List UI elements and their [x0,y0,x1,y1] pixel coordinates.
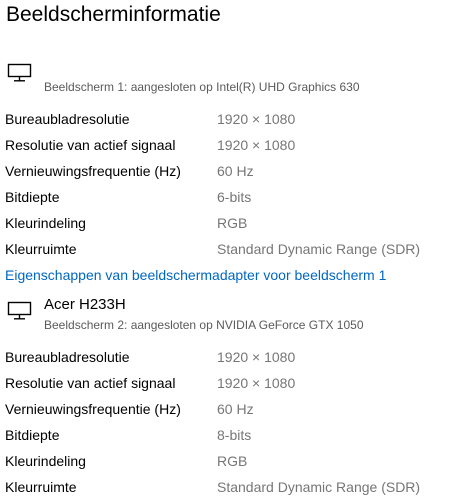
info-label: Resolutie van actief signaal [5,375,176,391]
info-label: Vernieuwingsfrequentie (Hz) [5,163,181,179]
info-row-bit-depth: Bitdiepte 8-bits [0,425,451,451]
info-value: 6-bits [217,189,252,205]
info-row-bit-depth: Bitdiepte 6-bits [0,187,451,213]
info-value: 1920 × 1080 [217,375,296,391]
info-value: 60 Hz [217,163,254,179]
info-value: RGB [217,215,248,231]
display-connection: Beeldscherm 1: aangesloten op Intel(R) U… [44,80,360,94]
info-value: 8-bits [217,427,252,443]
info-row-desktop-resolution: Bureaubladresolutie 1920 × 1080 [0,347,451,373]
info-value: Standard Dynamic Range (SDR) [217,241,421,257]
info-value: RGB [217,453,248,469]
monitor-icon [7,63,33,83]
info-value: 1920 × 1080 [217,111,296,127]
display-adapter-properties-link[interactable]: Eigenschappen van beeldschermadapter voo… [5,265,386,285]
info-label: Bureaubladresolutie [5,349,130,365]
info-row-refresh-rate: Vernieuwingsfrequentie (Hz) 60 Hz [0,399,451,425]
info-row-refresh-rate: Vernieuwingsfrequentie (Hz) 60 Hz [0,161,451,187]
info-value: Standard Dynamic Range (SDR) [217,479,421,495]
info-row-active-signal-resolution: Resolutie van actief signaal 1920 × 1080 [0,373,451,399]
info-label: Kleurindeling [5,453,86,469]
info-row-desktop-resolution: Bureaubladresolutie 1920 × 1080 [0,109,451,135]
display-connection: Beeldscherm 2: aangesloten op NVIDIA GeF… [44,318,364,332]
info-value: 1920 × 1080 [217,349,296,365]
info-value: 60 Hz [217,401,254,417]
info-label: Kleurruimte [5,479,77,495]
page-title: Beeldscherminformatie [6,3,221,26]
info-row-color-format: Kleurindeling RGB [0,451,451,477]
info-label: Bureaubladresolutie [5,111,130,127]
monitor-icon [7,301,33,321]
info-label: Bitdiepte [5,189,60,205]
info-row-color-format: Kleurindeling RGB [0,213,451,239]
info-value: 1920 × 1080 [217,137,296,153]
info-label: Bitdiepte [5,427,60,443]
info-label: Kleurruimte [5,241,77,257]
info-row-color-space: Kleurruimte Standard Dynamic Range (SDR) [0,239,451,265]
display-name: Acer H233H [44,296,126,313]
info-row-color-space: Kleurruimte Standard Dynamic Range (SDR) [0,477,451,503]
info-label: Kleurindeling [5,215,86,231]
info-label: Vernieuwingsfrequentie (Hz) [5,401,181,417]
info-row-active-signal-resolution: Resolutie van actief signaal 1920 × 1080 [0,135,451,161]
info-label: Resolutie van actief signaal [5,137,176,153]
